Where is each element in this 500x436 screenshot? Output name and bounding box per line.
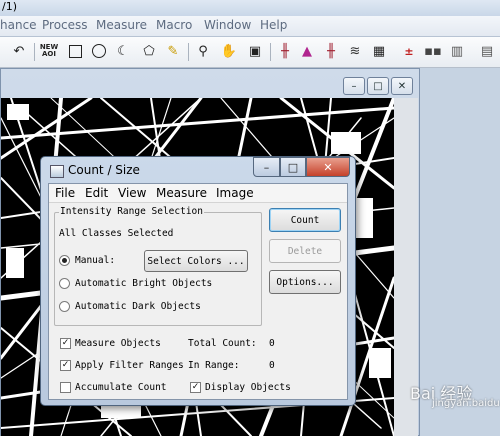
minimize-button[interactable]: – bbox=[343, 77, 365, 95]
options-button[interactable]: Options... bbox=[269, 270, 341, 294]
menu-measure[interactable]: Measure bbox=[96, 18, 147, 32]
intensity-range-legend: Intensity Range Selection bbox=[59, 206, 204, 217]
main-menu-bar: hance Process Measure Macro Window Help bbox=[0, 16, 500, 37]
zoom-icon[interactable]: ⚲ bbox=[194, 42, 212, 60]
dialog-menu-edit[interactable]: Edit bbox=[85, 186, 108, 200]
threshold-icon[interactable]: ╫ bbox=[276, 42, 294, 60]
hand-icon[interactable]: ✋ bbox=[220, 42, 238, 60]
menu-macro[interactable]: Macro bbox=[156, 18, 192, 32]
menu-process[interactable]: Process bbox=[42, 18, 88, 32]
accumulate-label: Accumulate Count bbox=[75, 382, 167, 393]
measure-objects-label: Measure Objects bbox=[75, 338, 161, 349]
toolbar-separator bbox=[188, 43, 189, 61]
apply-filter-label: Apply Filter Ranges bbox=[75, 360, 184, 371]
dialog-menu-view[interactable]: View bbox=[118, 186, 146, 200]
dialog-app-icon bbox=[50, 165, 64, 178]
in-range-label: In Range: bbox=[188, 360, 240, 371]
auto-bright-label: Automatic Bright Objects bbox=[75, 278, 213, 289]
undo-icon[interactable]: ↶ bbox=[10, 42, 28, 60]
baidu-watermark-sub: jingyan.baidu.com bbox=[432, 398, 500, 409]
auto-bright-radio[interactable] bbox=[59, 278, 70, 289]
calc-icon[interactable]: ± bbox=[400, 42, 418, 60]
dialog-title: Count / Size bbox=[68, 163, 140, 177]
image-window-controls: – □ ✕ bbox=[343, 77, 413, 95]
toolbar-separator bbox=[270, 43, 271, 61]
auto-dark-radio[interactable] bbox=[59, 301, 70, 312]
count-button[interactable]: Count bbox=[269, 208, 341, 232]
panels-icon[interactable]: ▥ bbox=[448, 42, 466, 60]
dialog-menu-file[interactable]: File bbox=[55, 186, 75, 200]
dialog-menu-image[interactable]: Image bbox=[216, 186, 254, 200]
maximize-button[interactable]: □ bbox=[367, 77, 389, 95]
dialog-menu-bar: File Edit View Measure Image bbox=[49, 184, 347, 203]
toolbar-separator bbox=[34, 43, 35, 61]
accumulate-checkbox[interactable] bbox=[60, 382, 71, 393]
select-colors-button[interactable]: Select Colors ... bbox=[144, 250, 248, 272]
palette-icon[interactable]: ▪▪ bbox=[424, 42, 442, 60]
polygon-icon[interactable]: ⬠ bbox=[140, 42, 158, 60]
dialog-maximize-button[interactable]: □ bbox=[280, 157, 306, 177]
count-size-dialog: Count / Size – □ ✕ File Edit View Measur… bbox=[40, 156, 356, 406]
select-icon[interactable]: ▣ bbox=[246, 42, 264, 60]
dialog-menu-measure[interactable]: Measure bbox=[156, 186, 207, 200]
all-classes-label: All Classes Selected bbox=[59, 228, 174, 239]
auto-dark-label: Automatic Dark Objects bbox=[75, 301, 201, 312]
dialog-close-button[interactable]: ✕ bbox=[306, 157, 350, 177]
manual-label: Manual: bbox=[75, 255, 116, 266]
menu-enhance[interactable]: hance bbox=[0, 18, 37, 32]
in-range-value: 0 bbox=[269, 360, 275, 371]
app-title: /1) bbox=[2, 0, 17, 13]
dialog-body: File Edit View Measure Image Intensity R… bbox=[48, 183, 348, 400]
close-button[interactable]: ✕ bbox=[391, 77, 413, 95]
rectangle-icon[interactable] bbox=[66, 42, 84, 60]
intensity-range-group: Intensity Range Selection All Classes Se… bbox=[54, 206, 262, 326]
layers-icon[interactable]: ≋ bbox=[346, 42, 364, 60]
apply-filter-checkbox[interactable]: ✓ bbox=[60, 360, 71, 371]
histogram-icon[interactable]: ▲ bbox=[298, 42, 316, 60]
count-icon[interactable]: ╫ bbox=[322, 42, 340, 60]
main-toolbar: ↶ NEW AOI ☾ ⬠ ✎ ⚲ ✋ ▣ ╫ ▲ ╫ ≋ ▦ ± ▪▪ ▥ ▤ bbox=[0, 37, 500, 68]
ellipse-icon[interactable] bbox=[90, 42, 108, 60]
display-objects-label: Display Objects bbox=[205, 382, 291, 393]
measure-objects-checkbox[interactable]: ✓ bbox=[60, 338, 71, 349]
dialog-window-controls: – □ ✕ bbox=[253, 157, 350, 177]
app-title-bar: /1) bbox=[0, 0, 500, 16]
dialog-minimize-button[interactable]: – bbox=[253, 157, 280, 177]
total-count-label: Total Count: bbox=[188, 338, 257, 349]
menu-help[interactable]: Help bbox=[260, 18, 287, 32]
wand-icon[interactable]: ✎ bbox=[164, 42, 182, 60]
display-objects-checkbox[interactable]: ✓ bbox=[190, 382, 201, 393]
total-count-value: 0 bbox=[269, 338, 275, 349]
overflow-icon[interactable]: ▤ bbox=[478, 42, 496, 60]
new-aoi-icon[interactable]: NEW AOI bbox=[40, 42, 58, 60]
grid-icon[interactable]: ▦ bbox=[370, 42, 388, 60]
menu-window[interactable]: Window bbox=[204, 18, 251, 32]
manual-radio[interactable] bbox=[59, 255, 70, 266]
delete-button[interactable]: Delete bbox=[269, 239, 341, 263]
irregular-icon[interactable]: ☾ bbox=[114, 42, 132, 60]
